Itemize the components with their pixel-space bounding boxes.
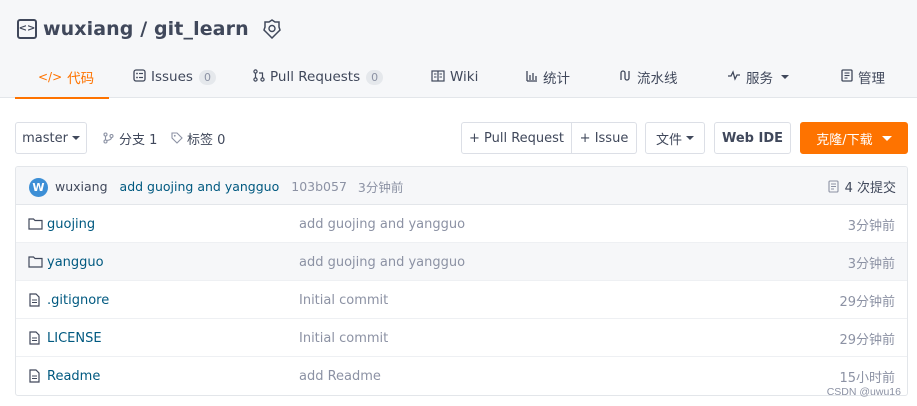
file-commit-time: 3分钟前 xyxy=(847,256,895,272)
commits-icon xyxy=(828,179,839,193)
tab-label: 统计 xyxy=(543,71,570,87)
tab-label: Issues xyxy=(151,69,193,85)
file-commit-message[interactable]: add Readme xyxy=(299,357,381,395)
file-commit-message[interactable]: Initial commit xyxy=(299,319,388,357)
file-icon xyxy=(29,369,40,383)
file-row[interactable]: guojing add guojing and yangguo 3分钟前 xyxy=(16,205,907,243)
commit-count: 4 次提交 xyxy=(844,180,896,196)
chevron-down-icon xyxy=(71,136,80,140)
file-commit-time: 29分钟前 xyxy=(839,294,895,310)
file-name[interactable]: yangguo xyxy=(47,243,104,281)
tab-service[interactable]: 服务 xyxy=(727,56,807,98)
repo-code-icon: <> xyxy=(17,19,37,39)
file-menu-button[interactable]: 文件 xyxy=(645,122,705,154)
chevron-down-icon xyxy=(881,135,892,141)
branches-link[interactable]: 分支 1 xyxy=(103,122,157,154)
tab-label: Wiki xyxy=(450,69,479,85)
file-name[interactable]: .gitignore xyxy=(47,281,109,319)
tab-label: 代码 xyxy=(67,71,95,87)
watermark: CSDN @uwu16 xyxy=(826,386,901,398)
branch-select-value: master xyxy=(22,130,68,146)
latest-commit-info: wuxiang add guojing and yangguo 103b057 … xyxy=(55,167,403,205)
repo-name[interactable]: git_learn xyxy=(154,18,249,40)
tags-label: 标签 0 xyxy=(187,132,226,148)
branch-icon xyxy=(103,132,114,144)
file-commit-time: 29分钟前 xyxy=(839,332,895,348)
file-row[interactable]: yangguo add guojing and yangguo 3分钟前 xyxy=(16,243,907,281)
file-menu-label: 文件 xyxy=(655,132,682,148)
pull-request-icon xyxy=(253,69,265,85)
tab-pipeline[interactable]: 流水线 xyxy=(619,56,699,98)
pipeline-icon xyxy=(619,69,632,85)
new-pull-request-button[interactable]: + Pull Request xyxy=(461,122,572,154)
chevron-down-icon xyxy=(781,75,789,79)
file-commit-message[interactable]: add guojing and yangguo xyxy=(299,205,465,243)
clone-download-button[interactable]: 克隆/下载 xyxy=(800,122,908,154)
file-list: W wuxiang add guojing and yangguo 103b05… xyxy=(15,166,908,396)
tab-label: Pull Requests xyxy=(270,69,361,85)
file-commit-message[interactable]: add guojing and yangguo xyxy=(299,243,465,281)
folder-icon xyxy=(28,218,43,230)
file-icon xyxy=(29,331,40,345)
tab-manage[interactable]: 管理 xyxy=(841,56,901,98)
clone-download-label: 克隆/下载 xyxy=(816,132,873,148)
chevron-down-icon xyxy=(686,136,694,140)
issues-icon xyxy=(133,69,146,85)
tab-code[interactable]: </> 代码 xyxy=(15,56,109,99)
tab-pull-requests[interactable]: Pull Requests 0 xyxy=(253,56,398,98)
gvp-badge-icon[interactable] xyxy=(262,19,282,39)
branch-select[interactable]: master xyxy=(15,122,87,154)
web-ide-button[interactable]: Web IDE xyxy=(714,122,791,154)
stats-icon xyxy=(526,70,538,85)
repo-tabs: </> 代码 Issues 0 Pull Requests 0 Wiki 统计 … xyxy=(15,56,917,99)
code-icon: </> xyxy=(38,70,63,84)
repo-separator: / xyxy=(133,18,154,40)
file-name[interactable]: LICENSE xyxy=(47,319,102,357)
tab-stats[interactable]: 统计 xyxy=(526,56,590,98)
new-issue-label: + Issue xyxy=(579,130,629,146)
file-row[interactable]: Readme add Readme 15小时前 xyxy=(16,357,907,395)
issues-count: 0 xyxy=(198,69,216,85)
web-ide-label: Web IDE xyxy=(721,130,784,146)
file-row[interactable]: .gitignore Initial commit 29分钟前 xyxy=(16,281,907,319)
file-icon xyxy=(29,293,40,307)
tab-wiki[interactable]: Wiki xyxy=(431,56,497,98)
pull-requests-count: 0 xyxy=(366,69,384,85)
commit-count-link[interactable]: 4 次提交 xyxy=(828,167,896,205)
tab-label: 服务 xyxy=(746,71,773,87)
service-icon xyxy=(727,70,741,84)
latest-commit-bar: W wuxiang add guojing and yangguo 103b05… xyxy=(16,167,907,205)
new-pull-request-label: + Pull Request xyxy=(468,130,565,146)
repo-owner[interactable]: wuxiang xyxy=(43,18,134,40)
commit-author[interactable]: wuxiang xyxy=(55,179,108,194)
folder-icon xyxy=(28,256,43,268)
commit-message[interactable]: add guojing and yangguo xyxy=(120,179,280,194)
file-commit-message[interactable]: Initial commit xyxy=(299,281,388,319)
avatar[interactable]: W xyxy=(29,178,48,197)
commit-hash[interactable]: 103b057 xyxy=(291,179,347,194)
file-name[interactable]: Readme xyxy=(47,357,100,395)
wiki-icon xyxy=(431,69,445,85)
file-row[interactable]: LICENSE Initial commit 29分钟前 xyxy=(16,319,907,357)
file-commit-time: 3分钟前 xyxy=(847,218,895,234)
tags-link[interactable]: 标签 0 xyxy=(171,122,225,154)
file-name[interactable]: guojing xyxy=(47,205,95,243)
tag-icon xyxy=(171,132,183,144)
manage-icon xyxy=(841,69,853,85)
repo-toolbar: master 分支 1 标签 0 + Pull Request + Issue … xyxy=(15,122,908,154)
new-issue-button[interactable]: + Issue xyxy=(571,122,637,154)
tab-label: 流水线 xyxy=(637,71,678,87)
repo-header: <> wuxiang / git_learn </> 代码 Issues 0 P… xyxy=(0,0,917,99)
repo-title: <> wuxiang / git_learn xyxy=(17,15,282,43)
tab-label: 管理 xyxy=(858,71,885,87)
tab-issues[interactable]: Issues 0 xyxy=(133,56,233,98)
branches-label: 分支 1 xyxy=(119,132,158,148)
commit-time: 3分钟前 xyxy=(357,179,404,195)
